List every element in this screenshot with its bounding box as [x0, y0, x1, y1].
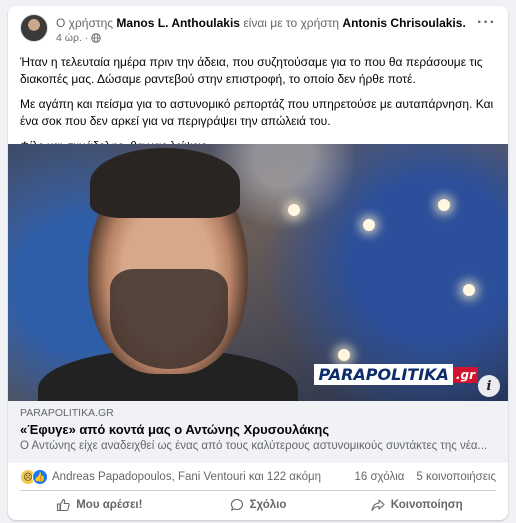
like-reaction-icon: 👍 [32, 469, 48, 485]
headline-middle: είναι με το χρήστη [243, 16, 340, 30]
link-title[interactable]: «Έφυγε» από κοντά μας ο Αντώνης Χρυσουλά… [20, 422, 496, 437]
comment-icon [230, 498, 243, 511]
link-domain: PARAPOLITIKA.GR [20, 407, 114, 419]
person-hair [90, 148, 240, 218]
person-beard [110, 269, 228, 369]
author-name[interactable]: Manos L. Anthoulakis [116, 16, 240, 30]
reaction-summary[interactable]: Andreas Papadopoulos, Fani Ventouri και … [52, 471, 321, 483]
link-description: Ο Αντώνης είχε αναδειχθεί ως ένας από το… [20, 440, 488, 452]
headline-prefix: Ο χρήστης [56, 16, 114, 30]
ceiling-light [463, 284, 475, 296]
share-icon [371, 499, 385, 512]
reaction-icons[interactable]: ☹ 👍 [20, 469, 48, 485]
globe-icon [91, 33, 102, 43]
ceiling-light [438, 199, 450, 211]
comment-label: Σχόλιο [249, 499, 287, 511]
parapolitika-logo: PARAPOLITIKA .gr [314, 364, 478, 385]
tagged-user[interactable]: Antonis Chrisoulakis. [342, 16, 465, 30]
info-icon[interactable]: i [478, 375, 500, 397]
more-dots-icon[interactable]: ··· [477, 14, 496, 32]
link-preview-image[interactable]: PARAPOLITIKA .gr i [8, 144, 508, 401]
reactions-bar: ☹ 👍 Andreas Papadopoulos, Fani Ventouri … [20, 466, 496, 488]
post-card: Ο χρήστης Manos L. Anthoulakis είναι με … [8, 6, 508, 520]
post-paragraph: Ήταν η τελευταία ημέρα πριν την άδεια, π… [20, 55, 483, 86]
comments-count[interactable]: 16 σχόλια [354, 471, 404, 483]
thumbs-up-icon [57, 498, 70, 512]
post-headline: Ο χρήστης Manos L. Anthoulakis είναι με … [56, 16, 466, 30]
like-button[interactable]: Μου αρέσει! [20, 492, 179, 518]
post-paragraph: Με αγάπη και πείσμα για το αστυνομικό ρε… [20, 97, 494, 128]
ceiling-light [338, 349, 350, 361]
ceiling-light [363, 219, 375, 231]
post-header: Ο χρήστης Manos L. Anthoulakis είναι με … [20, 14, 496, 50]
post-actions: Μου αρέσει! Σχόλιο Κοινοποίηση [20, 492, 496, 518]
engagement-counts: 16 σχόλια 5 κοινοποιήσεις [354, 471, 496, 483]
share-label: Κοινοποίηση [390, 499, 463, 511]
logo-suffix: .gr [452, 366, 478, 383]
author-avatar[interactable] [20, 14, 48, 42]
like-label: Μου αρέσει! [76, 499, 143, 511]
actions-divider [20, 490, 496, 491]
post-meta: 4 ώρ. · [56, 32, 102, 44]
link-preview[interactable]: PARAPOLITIKA.GR «Έφυγε» από κοντά μας ο … [8, 401, 508, 463]
comment-button[interactable]: Σχόλιο [179, 492, 338, 518]
share-button[interactable]: Κοινοποίηση [337, 492, 496, 518]
logo-main: PARAPOLITIKA [314, 364, 453, 385]
shares-count[interactable]: 5 κοινοποιήσεις [416, 471, 496, 483]
post-time[interactable]: 4 ώρ. [56, 32, 82, 44]
ceiling-light [288, 204, 300, 216]
